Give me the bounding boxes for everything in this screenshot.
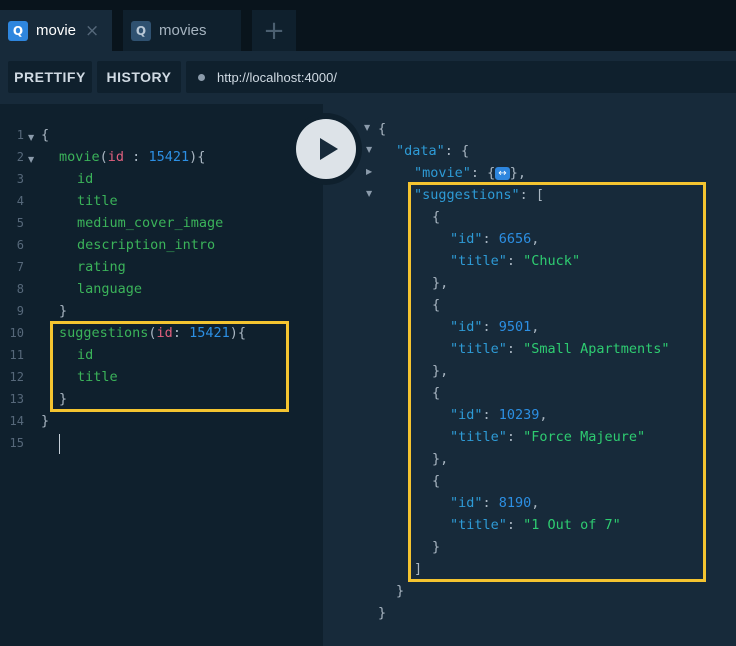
collapsed-object-button[interactable]: ↔ [495,167,510,180]
line-number: 10 [9,326,24,340]
play-icon [319,138,338,160]
code-line: } [41,413,50,429]
argument-value: 15421 [148,149,190,165]
code-line: title [77,193,118,209]
json-line: "movie": {↔}, [414,165,526,181]
query-field: movie [59,149,100,165]
result-viewer: ▼ ▼ ▶ ▼ { "data": { "movie": {↔}, "sugge… [323,104,736,646]
line-number: 3 [16,172,24,186]
add-tab-button[interactable]: + [252,10,296,51]
argument-name: id [107,149,125,165]
execute-button-face [296,119,356,179]
code-line: id [77,171,94,187]
json-line: } [378,605,387,621]
code-line: movie(id : 15421){ [59,149,206,165]
highlight-box-query [50,321,289,412]
line-number: 11 [9,348,24,362]
query-icon: Q [131,20,151,41]
fold-arrow-icon[interactable]: ▼ [366,145,372,154]
tab-bar: Q movie × Q movies + [0,0,736,51]
fold-arrow-icon[interactable]: ▼ [28,133,34,142]
code-line: language [77,281,143,297]
fold-arrow-icon[interactable]: ▼ [28,155,34,164]
line-number: 7 [16,260,24,274]
code-line: { [41,127,50,143]
line-number: 14 [9,414,24,428]
json-line: } [396,583,405,599]
query-icon: Q [8,20,28,41]
json-key: "movie" [414,165,471,181]
argument-separator: : [124,149,149,165]
expand-arrow-icon[interactable]: ▶ [366,167,372,176]
plus-icon: + [263,15,285,46]
code-line: description_intro [77,237,216,253]
history-button[interactable]: HISTORY [97,61,181,93]
line-number: 2 [16,150,24,164]
line-number: 1 [16,128,24,142]
text-cursor [59,434,60,454]
tab-movie[interactable]: Q movie × [0,10,112,51]
line-number: 12 [9,370,24,384]
line-number: 4 [16,194,24,208]
json-key: "data" [396,143,445,159]
highlight-box-result [408,182,706,582]
line-number: 5 [16,216,24,230]
line-number: 9 [16,304,24,318]
endpoint-url-bar [186,61,736,93]
tab-label: movies [159,22,207,39]
fold-arrow-icon[interactable]: ▼ [364,123,370,132]
line-number: 6 [16,238,24,252]
prettify-button[interactable]: PRETTIFY [8,61,92,93]
code-line: rating [77,259,126,275]
json-line: { [378,121,387,137]
query-editor[interactable]: 1 2 3 4 5 6 7 8 9 10 11 12 13 14 15 ▼ ▼ … [0,104,323,646]
endpoint-url-input[interactable] [217,69,617,85]
code-line: } [59,303,68,319]
close-icon[interactable]: × [85,21,99,41]
code-line: medium_cover_image [77,215,224,231]
fold-arrow-icon[interactable]: ▼ [366,189,372,198]
toolbar: PRETTIFY HISTORY [0,51,736,104]
tab-movies[interactable]: Q movies [123,10,241,51]
line-number: 8 [16,282,24,296]
json-line: "data": { [396,143,470,159]
line-number: 15 [9,436,24,450]
execute-query-button[interactable] [290,113,362,185]
connection-status-icon [198,73,205,81]
tab-label: movie [36,22,77,39]
line-number: 13 [9,392,24,406]
